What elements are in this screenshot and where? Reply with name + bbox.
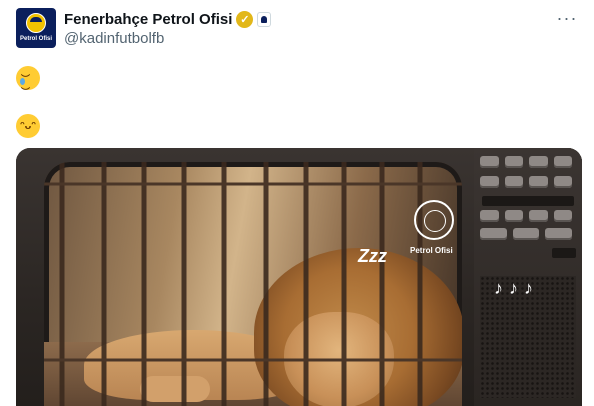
crying-face-icon: ︶ ︶ <box>16 66 40 97</box>
club-crest-icon <box>26 13 46 33</box>
tv-buttons-row <box>480 176 572 188</box>
tv-screen: Zzz Petrol Ofisi <box>44 162 462 406</box>
avatar[interactable]: Petrol Ofisi <box>16 8 56 48</box>
music-notes-icon: ♪♪♪ <box>494 278 539 298</box>
tweet-media-image[interactable]: Zzz Petrol Ofisi ♪♪♪ <box>16 148 582 406</box>
avatar-label: Petrol Ofisi <box>19 36 52 42</box>
tv-slot <box>482 196 574 206</box>
tear-icon <box>20 78 25 85</box>
tv-small-slot <box>552 248 576 258</box>
display-name[interactable]: Fenerbahçe Petrol Ofisi <box>64 11 232 28</box>
cage-bars <box>44 162 462 406</box>
tv-buttons-row <box>480 210 572 222</box>
sleep-zzz: Zzz <box>358 246 387 266</box>
more-options-button[interactable]: ··· <box>554 8 580 28</box>
handle[interactable]: @kadinfutbolfb <box>64 30 164 47</box>
petrol-ofisi-logo-icon <box>414 200 454 240</box>
tv-buttons-row <box>480 228 573 240</box>
tv-control-panel <box>474 148 582 406</box>
logo-text: Petrol Ofisi <box>410 246 453 255</box>
author-row: Fenerbahçe Petrol Ofisi ✓ <box>64 9 272 29</box>
affiliate-badge-icon[interactable] <box>257 11 272 27</box>
grinning-face-icon: ᵔᴗᵔ <box>16 114 40 138</box>
verified-badge-icon[interactable]: ✓ <box>236 10 254 28</box>
tv-buttons-row <box>480 156 572 168</box>
